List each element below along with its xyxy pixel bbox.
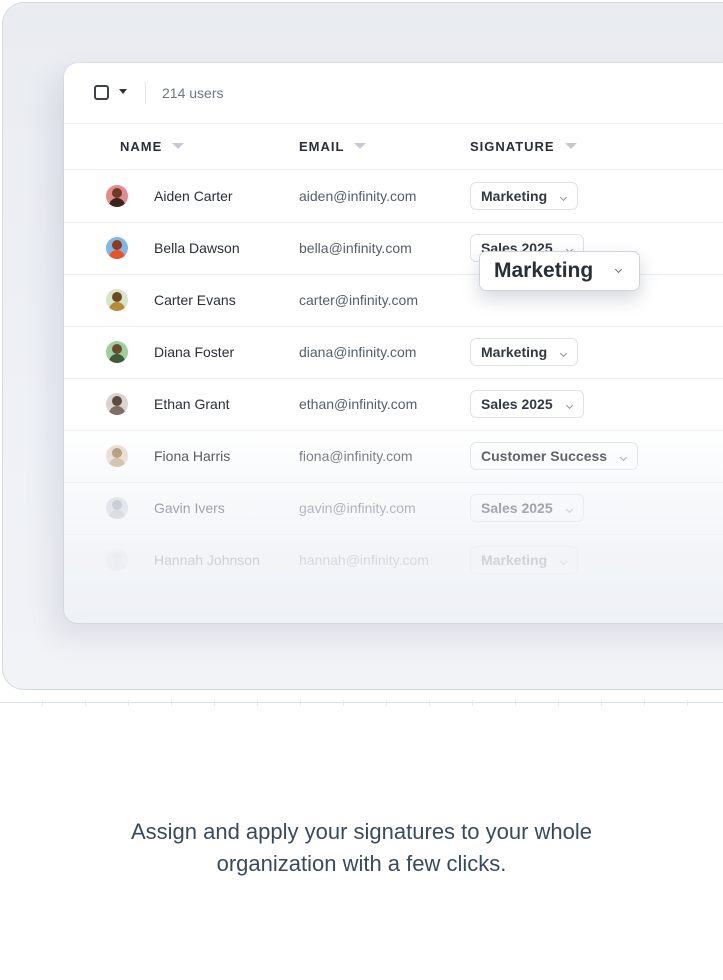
column-header-signature[interactable]: SIGNATURE xyxy=(470,139,577,154)
sort-arrow-icon xyxy=(354,143,367,149)
table-row[interactable]: Fiona Harris fiona@infinity.com Customer… xyxy=(64,430,723,483)
stage-edge-ticks xyxy=(0,700,723,706)
user-email: diana@infinity.com xyxy=(299,344,417,360)
chevron-down-icon xyxy=(560,349,568,358)
sort-arrow-icon xyxy=(564,143,577,149)
user-email: fiona@infinity.com xyxy=(299,448,413,464)
dragged-signature-tag[interactable]: Marketing xyxy=(479,251,641,291)
table-row[interactable]: Ethan Grant ethan@infinity.com Sales 202… xyxy=(64,378,723,431)
avatar xyxy=(106,497,128,519)
avatar xyxy=(106,237,128,259)
table-toolbar: 214 users xyxy=(64,63,723,124)
user-email: aiden@infinity.com xyxy=(299,188,417,204)
signature-select[interactable]: Sales 2025 xyxy=(470,390,584,418)
avatar xyxy=(106,445,128,467)
user-email: bella@infinity.com xyxy=(299,240,412,256)
column-header-email[interactable]: EMAIL xyxy=(299,139,367,154)
feature-caption: Assign and apply your signatures to your… xyxy=(130,819,593,876)
toolbar-divider xyxy=(145,82,146,104)
user-name: Fiona Harris xyxy=(154,448,231,464)
user-name: Gavin Ivers xyxy=(154,500,225,516)
avatar xyxy=(106,393,128,415)
user-email: hannah@infinity.com xyxy=(299,552,429,568)
chevron-down-icon xyxy=(565,505,573,514)
user-email: carter@infinity.com xyxy=(299,292,418,308)
user-name: Hannah Johnson xyxy=(154,552,260,568)
table-row[interactable]: Diana Foster diana@infinity.com Marketin… xyxy=(64,326,723,379)
user-name: Diana Foster xyxy=(154,344,235,360)
chevron-down-icon xyxy=(560,557,568,566)
table-row[interactable]: Aiden Carter aiden@infinity.com Marketin… xyxy=(64,170,723,223)
signature-select[interactable]: Customer Success xyxy=(470,442,639,470)
chevron-down-icon xyxy=(560,193,568,202)
signature-select[interactable]: Marketing xyxy=(470,182,579,210)
avatar xyxy=(106,341,128,363)
user-name: Carter Evans xyxy=(154,292,236,308)
avatar xyxy=(106,289,128,311)
chevron-down-icon xyxy=(565,401,573,410)
select-menu-caret-icon[interactable] xyxy=(119,89,127,94)
user-name: Aiden Carter xyxy=(154,188,233,204)
signature-select[interactable]: Sales 2025 xyxy=(470,494,584,522)
table-header: NAME EMAIL SIGNATURE xyxy=(64,123,723,170)
sort-arrow-icon xyxy=(172,143,185,149)
signature-select[interactable]: Marketing xyxy=(470,546,579,574)
users-table-card: 214 users NAME EMAIL SIGNATURE Aiden Car… xyxy=(64,63,723,623)
illustration-stage: 214 users NAME EMAIL SIGNATURE Aiden Car… xyxy=(2,2,723,690)
avatar xyxy=(106,549,128,571)
avatar xyxy=(106,185,128,207)
feature-card: 214 users NAME EMAIL SIGNATURE Aiden Car… xyxy=(0,0,723,980)
user-name: Ethan Grant xyxy=(154,396,230,412)
table-row[interactable]: Gavin Ivers gavin@infinity.com Sales 202… xyxy=(64,482,723,535)
user-name: Bella Dawson xyxy=(154,240,240,256)
column-header-name[interactable]: NAME xyxy=(120,139,185,154)
select-all-checkbox[interactable] xyxy=(94,85,109,100)
stage-divider xyxy=(0,702,723,703)
signature-select[interactable]: Marketing xyxy=(470,338,579,366)
user-email: gavin@infinity.com xyxy=(299,500,416,516)
chevron-down-icon xyxy=(615,265,623,274)
user-email: ethan@infinity.com xyxy=(299,396,418,412)
user-count: 214 users xyxy=(162,85,224,101)
chevron-down-icon xyxy=(620,453,628,462)
table-row[interactable]: Hannah Johnson hannah@infinity.com Marke… xyxy=(64,534,723,586)
